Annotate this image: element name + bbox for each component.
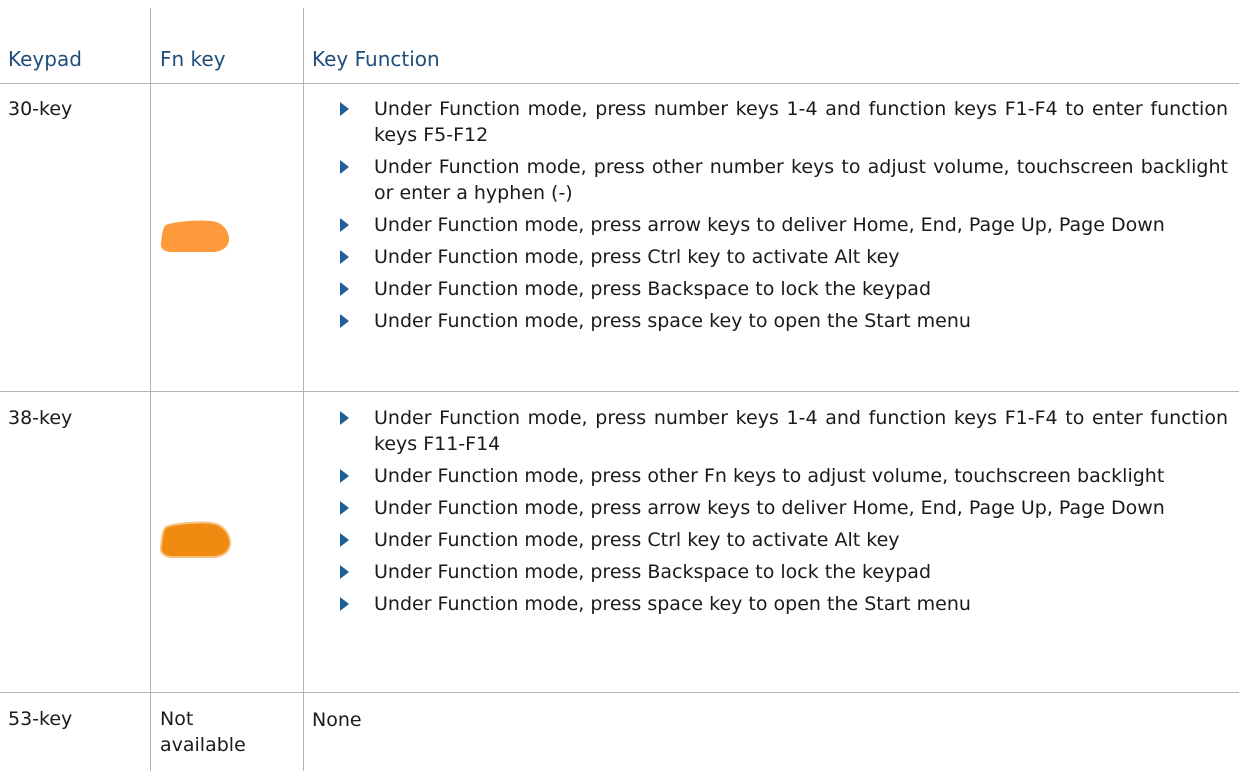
function-none: None bbox=[312, 709, 362, 731]
bullet-arrow-icon bbox=[340, 597, 349, 611]
orange-fn-key-icon bbox=[158, 219, 232, 257]
bullet-arrow-icon bbox=[340, 533, 349, 547]
row-divider bbox=[0, 83, 1239, 84]
bullet-arrow-icon bbox=[340, 565, 349, 579]
list-item: Under Function mode, press space key to … bbox=[336, 591, 1228, 617]
column-divider bbox=[303, 8, 304, 771]
row-divider bbox=[0, 391, 1239, 392]
bullet-arrow-icon bbox=[340, 501, 349, 515]
list-item: Under Function mode, press other number … bbox=[336, 154, 1228, 206]
row-keypad-label: 30-key bbox=[8, 98, 73, 120]
bullet-arrow-icon bbox=[340, 282, 349, 296]
row-keypad-label: 53-key bbox=[8, 708, 73, 730]
function-list: Under Function mode, press number keys 1… bbox=[336, 405, 1228, 623]
bullet-arrow-icon bbox=[340, 469, 349, 483]
row-divider bbox=[0, 692, 1239, 693]
dark-orange-fn-key-icon bbox=[158, 521, 232, 563]
header-fn-key: Fn key bbox=[160, 47, 226, 71]
column-divider bbox=[150, 8, 151, 771]
list-item: Under Function mode, press Backspace to … bbox=[336, 559, 1228, 585]
list-item: Under Function mode, press number keys 1… bbox=[336, 405, 1228, 457]
bullet-arrow-icon bbox=[340, 314, 349, 328]
bullet-arrow-icon bbox=[340, 102, 349, 116]
list-item: Under Function mode, press Backspace to … bbox=[336, 276, 1228, 302]
bullet-arrow-icon bbox=[340, 218, 349, 232]
header-keypad: Keypad bbox=[8, 47, 82, 71]
bullet-arrow-icon bbox=[340, 160, 349, 174]
list-item: Under Function mode, press number keys 1… bbox=[336, 96, 1228, 148]
list-item: Under Function mode, press arrow keys to… bbox=[336, 495, 1228, 521]
list-item: Under Function mode, press other Fn keys… bbox=[336, 463, 1228, 489]
list-item: Under Function mode, press Ctrl key to a… bbox=[336, 527, 1228, 553]
bullet-arrow-icon bbox=[340, 250, 349, 264]
bullet-arrow-icon bbox=[340, 411, 349, 425]
row-keypad-label: 38-key bbox=[8, 407, 73, 429]
header-key-function: Key Function bbox=[312, 47, 440, 71]
list-item: Under Function mode, press Ctrl key to a… bbox=[336, 244, 1228, 270]
function-list: Under Function mode, press number keys 1… bbox=[336, 96, 1228, 340]
list-item: Under Function mode, press arrow keys to… bbox=[336, 212, 1228, 238]
fn-key-not-available: Not available bbox=[160, 708, 246, 756]
list-item: Under Function mode, press space key to … bbox=[336, 308, 1228, 334]
